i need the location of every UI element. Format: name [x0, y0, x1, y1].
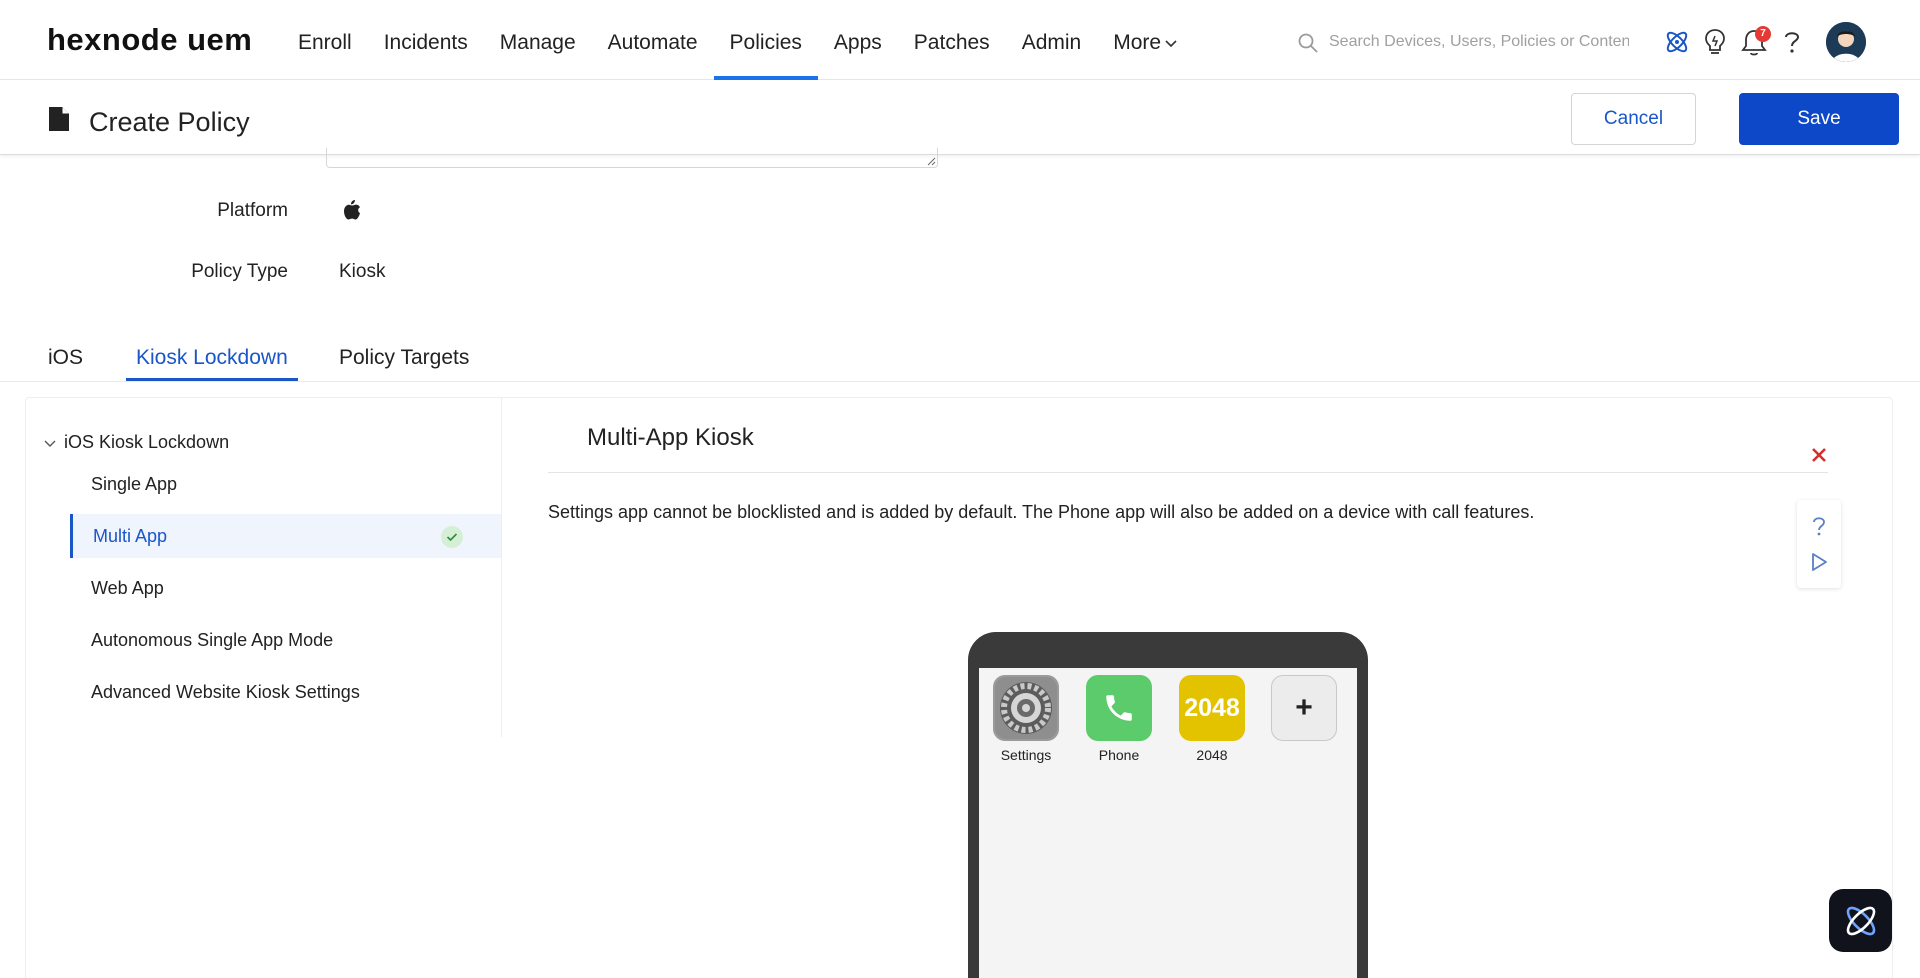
info-message: Settings app cannot be blocklisted and i…	[548, 502, 1535, 522]
nav-more-label: More	[1113, 31, 1162, 54]
policy-type-label: Policy Type	[191, 261, 288, 282]
sidebar-item-single-app[interactable]: Single App	[70, 462, 501, 506]
add-app-button[interactable]: +	[1271, 675, 1337, 741]
document-icon	[49, 107, 69, 131]
app-settings[interactable]: Settings	[993, 675, 1059, 763]
app-label: 2048	[1196, 747, 1228, 763]
section-divider	[548, 472, 1828, 473]
app-label: Phone	[1098, 747, 1140, 763]
notifications-bell[interactable]: 7	[1737, 22, 1771, 62]
policy-tabs: iOS Kiosk Lockdown Policy Targets	[0, 330, 1920, 382]
sidebar-group-ios-kiosk-lockdown[interactable]: iOS Kiosk Lockdown	[44, 432, 229, 453]
tab-policy-targets[interactable]: Policy Targets	[339, 346, 469, 380]
avatar[interactable]	[1826, 22, 1866, 62]
lightbulb-icon[interactable]	[1698, 22, 1732, 62]
main-nav: Enroll Incidents Manage Automate Policie…	[282, 0, 1194, 80]
nav-patches[interactable]: Patches	[898, 0, 1006, 80]
chevron-down-icon	[44, 440, 56, 447]
atom-icon[interactable]	[1660, 22, 1694, 62]
global-search	[1295, 26, 1635, 58]
nav-manage[interactable]: Manage	[484, 0, 592, 80]
app-label: Settings	[1000, 747, 1052, 763]
phone-icon	[1086, 675, 1152, 741]
nav-apps[interactable]: Apps	[818, 0, 898, 80]
app-phone[interactable]: Phone	[1086, 675, 1152, 763]
side-toolbar	[1797, 500, 1841, 588]
platform-label: Platform	[217, 200, 288, 221]
nav-more[interactable]: More	[1097, 0, 1194, 80]
nav-incidents[interactable]: Incidents	[368, 0, 484, 80]
hexnode-logo[interactable]: hexnode uem	[47, 22, 252, 58]
chevron-down-icon	[1165, 40, 1177, 48]
play-tutorial-icon[interactable]	[1797, 544, 1841, 580]
resize-grip-icon	[927, 157, 936, 166]
nav-admin[interactable]: Admin	[1006, 0, 1098, 80]
settings-gear-icon	[993, 675, 1059, 741]
nav-enroll[interactable]: Enroll	[282, 0, 368, 80]
close-icon[interactable]	[1808, 444, 1830, 466]
assistant-chat-button[interactable]	[1829, 889, 1892, 952]
nav-policies[interactable]: Policies	[713, 0, 819, 80]
sidebar-item-multi-app[interactable]: Multi App	[70, 514, 501, 558]
page-title: Create Policy	[89, 107, 250, 137]
help-icon[interactable]	[1775, 22, 1809, 62]
nav-automate[interactable]: Automate	[592, 0, 714, 80]
app-2048-icon: 2048	[1179, 675, 1245, 741]
sidebar-group-label: iOS Kiosk Lockdown	[64, 432, 230, 452]
sidebar-item-autonomous-single-app-mode[interactable]: Autonomous Single App Mode	[70, 618, 501, 662]
plus-icon: +	[1271, 675, 1337, 741]
help-icon[interactable]	[1797, 508, 1841, 544]
cancel-button[interactable]: Cancel	[1571, 93, 1696, 145]
description-textarea[interactable]	[326, 148, 938, 168]
top-navigation-bar: hexnode uem Enroll Incidents Manage Auto…	[0, 0, 1920, 80]
tab-kiosk-lockdown[interactable]: Kiosk Lockdown	[126, 346, 298, 381]
apple-icon	[344, 200, 360, 220]
policy-type-value: Kiosk	[339, 261, 386, 282]
atom-icon	[1846, 906, 1875, 935]
configured-check-icon	[441, 526, 463, 548]
sidebar-item-advanced-website-kiosk-settings[interactable]: Advanced Website Kiosk Settings	[70, 670, 501, 714]
app-2048[interactable]: 2048 2048	[1179, 675, 1245, 763]
search-icon	[1298, 33, 1318, 53]
save-button[interactable]: Save	[1739, 93, 1899, 145]
search-input[interactable]	[1329, 28, 1629, 56]
sidebar-item-label: Multi App	[93, 526, 168, 546]
sidebar-item-web-app[interactable]: Web App	[70, 566, 501, 610]
notification-badge: 7	[1755, 26, 1771, 42]
tab-ios[interactable]: iOS	[48, 346, 83, 380]
section-title: Multi-App Kiosk	[587, 424, 754, 451]
